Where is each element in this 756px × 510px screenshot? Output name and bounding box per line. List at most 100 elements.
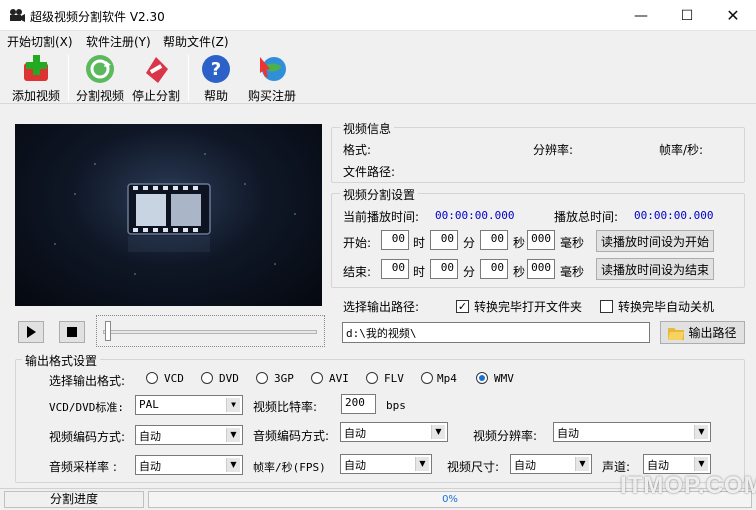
radio-mp4[interactable] xyxy=(421,372,433,384)
seek-thumb[interactable] xyxy=(105,321,111,341)
start-second-input[interactable]: 00 xyxy=(480,230,508,250)
current-time-label: 当前播放时间: xyxy=(343,210,420,224)
video-codec-select[interactable]: 自动 ▼ xyxy=(135,425,243,445)
radio-flv-label: FLV xyxy=(384,372,404,385)
audio-codec-select[interactable]: 自动 ▼ xyxy=(340,422,448,442)
bitrate-label: 视频比特率: xyxy=(253,400,318,414)
set-start-button[interactable]: 读播放时间设为开始 xyxy=(596,230,714,252)
select-format-label: 选择输出格式: xyxy=(49,374,126,388)
start-hour-unit: 时 xyxy=(413,236,426,250)
radio-wmv-label: WMV xyxy=(494,372,514,385)
video-codec-value: 自动 xyxy=(139,430,161,443)
help-icon: ? xyxy=(199,53,233,85)
maximize-icon[interactable]: ☐ xyxy=(664,0,710,31)
split-video-button[interactable]: 分割视频 xyxy=(72,53,128,103)
buy-register-button[interactable]: 购买注册 xyxy=(244,53,300,103)
split-settings-title: 视频分割设置 xyxy=(340,186,419,203)
end-second-input[interactable]: 00 xyxy=(480,259,508,279)
video-size-label: 视频尺寸: xyxy=(447,460,500,474)
video-preview[interactable] xyxy=(15,124,322,306)
chevron-down-icon: ▼ xyxy=(226,428,240,442)
current-time-value: 00:00:00.000 xyxy=(435,209,515,222)
end-hour-input[interactable]: 00 xyxy=(381,259,409,279)
bitrate-unit: bps xyxy=(386,399,406,412)
output-path-button[interactable]: 输出路径 xyxy=(660,321,745,344)
start-second-unit: 秒 xyxy=(513,236,526,250)
video-resolution-select[interactable]: 自动 ▼ xyxy=(553,422,711,442)
fps-label: 帧率/秒(FPS) xyxy=(253,461,326,474)
title-bar: 超级视频分割软件 V2.30 — ☐ ✕ xyxy=(0,0,756,31)
stop-split-button[interactable]: 停止分割 xyxy=(128,53,184,103)
audio-samplerate-select[interactable]: 自动 ▼ xyxy=(135,455,243,475)
video-size-select[interactable]: 自动 ▼ xyxy=(510,454,592,474)
buy-register-label: 购买注册 xyxy=(247,89,296,103)
start-label: 开始: xyxy=(343,236,372,250)
total-time-value: 00:00:00.000 xyxy=(634,209,714,222)
radio-flv[interactable] xyxy=(366,372,378,384)
shutdown-checkbox[interactable] xyxy=(600,300,613,313)
video-resolution-label: 视频分辨率: xyxy=(473,429,538,443)
toolbar-separator xyxy=(188,55,189,101)
output-format-title: 输出格式设置 xyxy=(22,352,101,369)
standard-select[interactable]: PAL ▼ xyxy=(135,395,243,415)
resolution-label: 分辨率: xyxy=(533,143,574,157)
close-icon[interactable]: ✕ xyxy=(710,0,756,31)
output-path-input[interactable]: d:\我的视频\ xyxy=(342,322,650,343)
output-path-label: 选择输出路径: xyxy=(343,300,420,314)
open-folder-checkbox[interactable]: ✓ xyxy=(456,300,469,313)
format-label: 格式: xyxy=(343,143,372,157)
file-path-label: 文件路径: xyxy=(343,165,396,179)
chevron-down-icon: ▼ xyxy=(694,425,708,439)
radio-3gp[interactable] xyxy=(256,372,268,384)
start-ms-input[interactable]: 000 xyxy=(527,230,555,250)
radio-3gp-label: 3GP xyxy=(274,372,294,385)
window-title: 超级视频分割软件 V2.30 xyxy=(30,10,165,24)
menu-register[interactable]: 软件注册(Y) xyxy=(86,33,151,50)
split-video-label: 分割视频 xyxy=(75,89,124,103)
start-hour-input[interactable]: 00 xyxy=(381,230,409,250)
shutdown-label: 转换完毕自动关机 xyxy=(618,300,715,314)
split-progress-label: 分割进度 xyxy=(4,491,144,508)
fps-select[interactable]: 自动 ▼ xyxy=(340,454,432,474)
audio-samplerate-label: 音频采样率 : xyxy=(49,460,117,474)
channel-select[interactable]: 自动 ▼ xyxy=(643,454,711,474)
stop-split-icon xyxy=(139,53,173,85)
video-codec-label: 视频编码方式: xyxy=(49,430,126,444)
play-button[interactable] xyxy=(18,321,44,343)
chevron-down-icon: ▼ xyxy=(415,457,429,471)
help-button[interactable]: ? 帮助 xyxy=(196,53,236,103)
radio-vcd-label: VCD xyxy=(164,372,184,385)
split-video-icon xyxy=(83,53,117,85)
start-minute-input[interactable]: 00 xyxy=(430,230,458,250)
chevron-down-icon: ▼ xyxy=(575,457,589,471)
radio-dvd-label: DVD xyxy=(219,372,239,385)
video-info-title: 视频信息 xyxy=(340,120,395,137)
output-path-button-label: 输出路径 xyxy=(688,326,737,340)
end-ms-input[interactable]: 000 xyxy=(527,259,555,279)
audio-samplerate-value: 自动 xyxy=(139,460,161,473)
end-minute-unit: 分 xyxy=(463,265,476,279)
help-label: 帮助 xyxy=(203,89,228,103)
total-time-label: 播放总时间: xyxy=(554,210,619,224)
radio-avi[interactable] xyxy=(311,372,323,384)
radio-dvd[interactable] xyxy=(201,372,213,384)
radio-wmv[interactable] xyxy=(476,372,488,384)
film-reel-icon xyxy=(54,153,296,275)
menu-help[interactable]: 帮助文件(Z) xyxy=(163,33,229,50)
stop-button[interactable] xyxy=(59,321,85,343)
radio-vcd[interactable] xyxy=(146,372,158,384)
standard-label: VCD/DVD标准: xyxy=(49,401,124,414)
minimize-icon[interactable]: — xyxy=(618,0,664,31)
end-hour-unit: 时 xyxy=(413,265,426,279)
end-minute-input[interactable]: 00 xyxy=(430,259,458,279)
add-video-button[interactable]: 添加视频 xyxy=(8,53,64,103)
audio-codec-label: 音频编码方式: xyxy=(253,429,330,443)
menu-bar: 开始切割(X) 软件注册(Y) 帮助文件(Z) xyxy=(0,31,756,51)
seek-slider[interactable] xyxy=(96,315,325,347)
add-video-label: 添加视频 xyxy=(11,89,60,103)
set-end-button[interactable]: 读播放时间设为结束 xyxy=(596,258,714,280)
play-icon xyxy=(27,326,36,338)
bitrate-input[interactable]: 200 xyxy=(341,394,376,414)
stop-split-label: 停止分割 xyxy=(131,89,180,103)
menu-start-cut[interactable]: 开始切割(X) xyxy=(7,33,73,50)
